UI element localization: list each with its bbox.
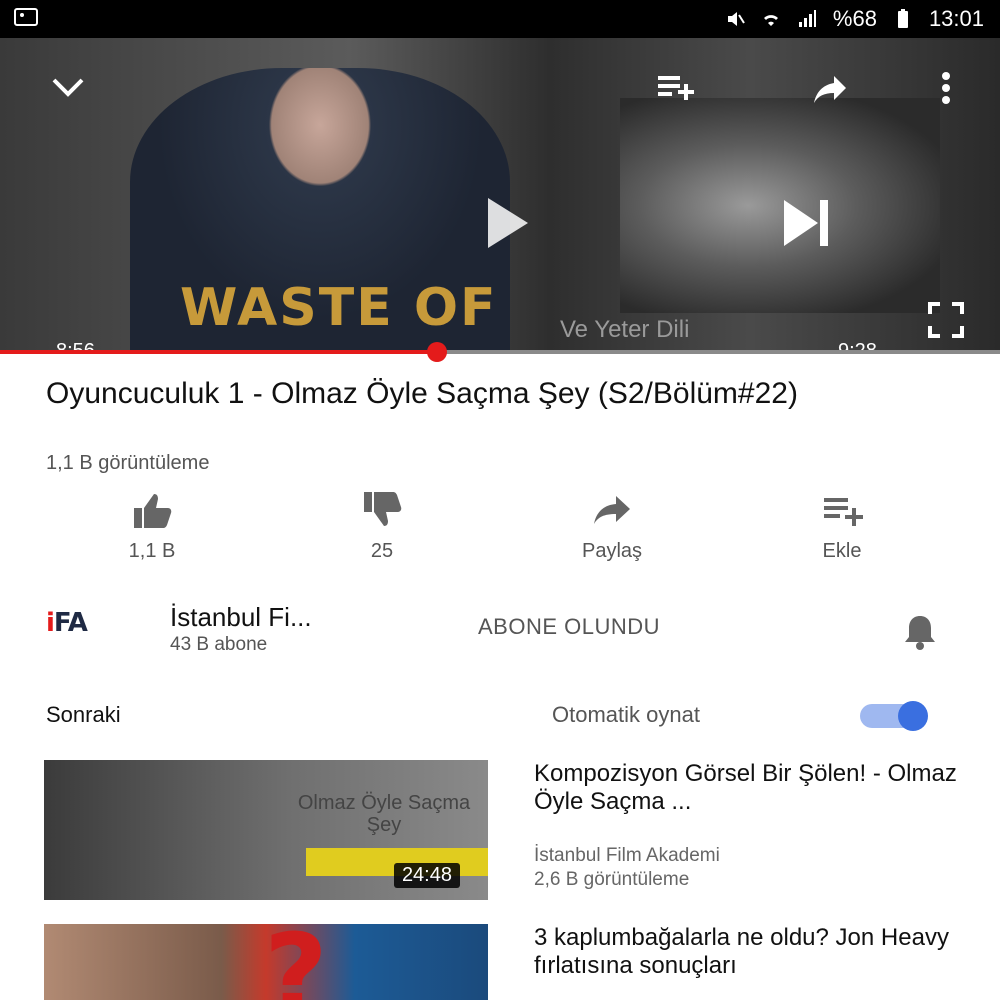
save-label: Ekle: [822, 540, 862, 562]
signal-icon: [797, 9, 817, 29]
scrubber-handle[interactable]: [427, 342, 447, 362]
up-next-label: Sonraki: [46, 702, 121, 727]
subscriber-count: 43 B abone: [170, 634, 268, 655]
video-watermark: Ve Yeter Dili: [560, 316, 690, 343]
photo-icon: [14, 7, 38, 33]
progress-bar[interactable]: [0, 342, 1000, 362]
dislike-button[interactable]: 25: [312, 490, 452, 563]
autoplay-label: Otomatik oynat: [552, 702, 700, 727]
video-title[interactable]: Oyuncuculuk 1 - Olmaz Öyle Saçma Şey (S2…: [46, 376, 946, 412]
save-to-playlist-button[interactable]: Ekle: [772, 490, 912, 563]
autoplay-toggle[interactable]: [860, 701, 928, 731]
share-icon[interactable]: [808, 66, 852, 110]
playlist-add-icon[interactable]: [654, 66, 698, 110]
share-label: Paylaş: [581, 540, 643, 562]
channel-name[interactable]: İstanbul Fi...: [170, 602, 312, 633]
mute-icon: [725, 9, 745, 29]
notification-bell-icon[interactable]: [900, 612, 940, 657]
thumbs-up-icon: [134, 494, 172, 528]
shirt-text: WASTE OF: [180, 278, 498, 338]
clock: 13:01: [928, 6, 984, 31]
battery-icon: [893, 9, 913, 29]
fullscreen-icon[interactable]: [926, 300, 966, 340]
share-button[interactable]: Paylaş: [542, 490, 682, 563]
progress-fill: [0, 350, 437, 354]
suggested-video[interactable]: Olmaz Öyle Saçma Şey 24:48 Kompozisyon G…: [0, 760, 1000, 900]
status-bar: %68 13:01: [0, 0, 1000, 38]
like-button[interactable]: 1,1 B: [82, 490, 222, 563]
suggested-channel: İstanbul Film Akademi: [534, 845, 720, 866]
suggested-video[interactable]: ? 3 kaplumbağalarla ne oldu? Jon Heavy f…: [0, 924, 1000, 1000]
channel-row: iFA İstanbul Fi... 43 B abone ABONE OLUN…: [0, 598, 1000, 662]
suggested-title[interactable]: Kompozisyon Görsel Bir Şölen! - Olmaz Öy…: [534, 760, 974, 816]
play-pause-icon[interactable]: [472, 188, 542, 258]
up-next-row: Sonraki Otomatik oynat: [0, 700, 1000, 736]
subscribed-button[interactable]: ABONE OLUNDU: [478, 614, 660, 640]
thumbnail-caption: Olmaz Öyle Saçma Şey: [297, 792, 471, 836]
video-thumbnail[interactable]: Olmaz Öyle Saçma Şey 24:48: [44, 760, 488, 900]
more-options-icon[interactable]: [936, 66, 956, 110]
autoplay-toggle-knob: [898, 701, 928, 731]
share-arrow-icon: [594, 496, 630, 524]
dislike-count: 25: [370, 540, 394, 562]
like-count: 1,1 B: [128, 540, 176, 562]
duration-badge: 24:48: [393, 863, 460, 888]
add-to-playlist-icon: [824, 498, 863, 526]
video-thumbnail[interactable]: ?: [44, 924, 488, 1000]
view-count: 1,1 B görüntüleme: [46, 452, 210, 474]
video-player[interactable]: WASTE OF Ve Yeter Dili 8:56 9:28: [0, 38, 1000, 353]
next-icon[interactable]: [770, 188, 840, 258]
suggested-views: 2,6 B görüntüleme: [534, 869, 690, 890]
collapse-chevron-icon[interactable]: [44, 62, 92, 110]
suggested-title[interactable]: 3 kaplumbağalarla ne oldu? Jon Heavy fır…: [534, 924, 974, 980]
thumbs-down-icon: [364, 492, 402, 526]
wifi-icon: [761, 9, 781, 29]
channel-avatar[interactable]: iFA: [46, 608, 88, 638]
thumbnail-question-mark: ?: [264, 924, 328, 1000]
action-row: 1,1 B 25 Paylaş Ekle: [0, 490, 1000, 570]
battery-percent: %68: [832, 6, 877, 31]
